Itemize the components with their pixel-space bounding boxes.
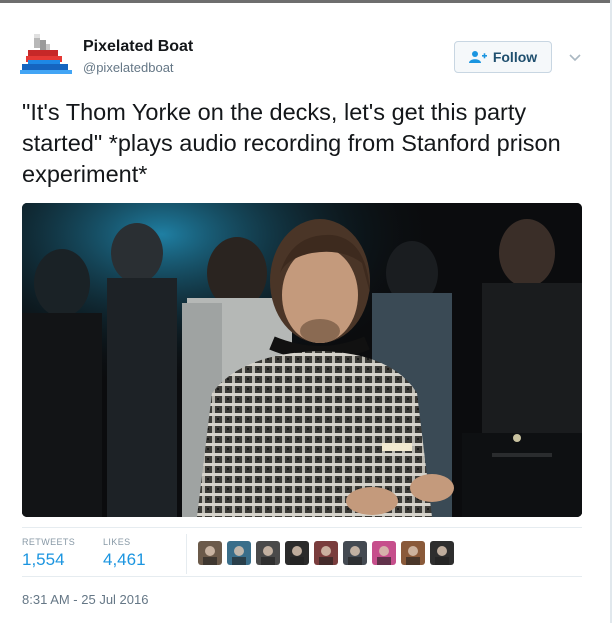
tweet-timestamp[interactable]: 8:31 AM - 25 Jul 2016	[22, 592, 148, 607]
liker-avatar[interactable]	[430, 541, 454, 565]
liker-avatar[interactable]	[401, 541, 425, 565]
user-avatar-icon	[285, 541, 309, 565]
user-avatar-icon	[343, 541, 367, 565]
follow-button[interactable]: Follow	[454, 41, 552, 73]
liker-avatar[interactable]	[227, 541, 251, 565]
pixel-boat-icon	[20, 30, 72, 82]
divider-top	[22, 527, 582, 528]
liker-avatar[interactable]	[198, 541, 222, 565]
user-avatar-icon	[198, 541, 222, 565]
tweet-photo[interactable]	[22, 203, 582, 517]
user-avatar-icon	[227, 541, 251, 565]
user-handle[interactable]: @pixelatedboat	[83, 60, 174, 75]
avatar[interactable]	[20, 30, 72, 82]
retweets-label: RETWEETS	[22, 537, 76, 547]
likes-count[interactable]: 4,461	[103, 550, 146, 570]
liker-avatar[interactable]	[343, 541, 367, 565]
user-avatar-icon	[430, 541, 454, 565]
user-avatar-icon	[372, 541, 396, 565]
top-border	[0, 0, 612, 3]
user-avatar-icon	[256, 541, 280, 565]
follow-button-label: Follow	[492, 49, 538, 65]
liker-avatar[interactable]	[314, 541, 338, 565]
chevron-down-icon[interactable]	[568, 52, 582, 62]
stats-separator	[186, 534, 187, 574]
likes-label: LIKES	[103, 537, 131, 547]
user-avatar-icon	[401, 541, 425, 565]
liker-avatars	[198, 541, 454, 565]
tweet-text: "It's Thom Yorke on the decks, let's get…	[22, 99, 561, 187]
user-avatar-icon	[314, 541, 338, 565]
liker-avatar[interactable]	[285, 541, 309, 565]
liker-avatar[interactable]	[372, 541, 396, 565]
liker-avatar[interactable]	[256, 541, 280, 565]
retweets-count[interactable]: 1,554	[22, 550, 65, 570]
display-name[interactable]: Pixelated Boat	[83, 38, 193, 56]
divider-bottom	[22, 576, 582, 577]
follow-user-icon	[468, 51, 487, 63]
dj-photo-image	[22, 203, 582, 517]
